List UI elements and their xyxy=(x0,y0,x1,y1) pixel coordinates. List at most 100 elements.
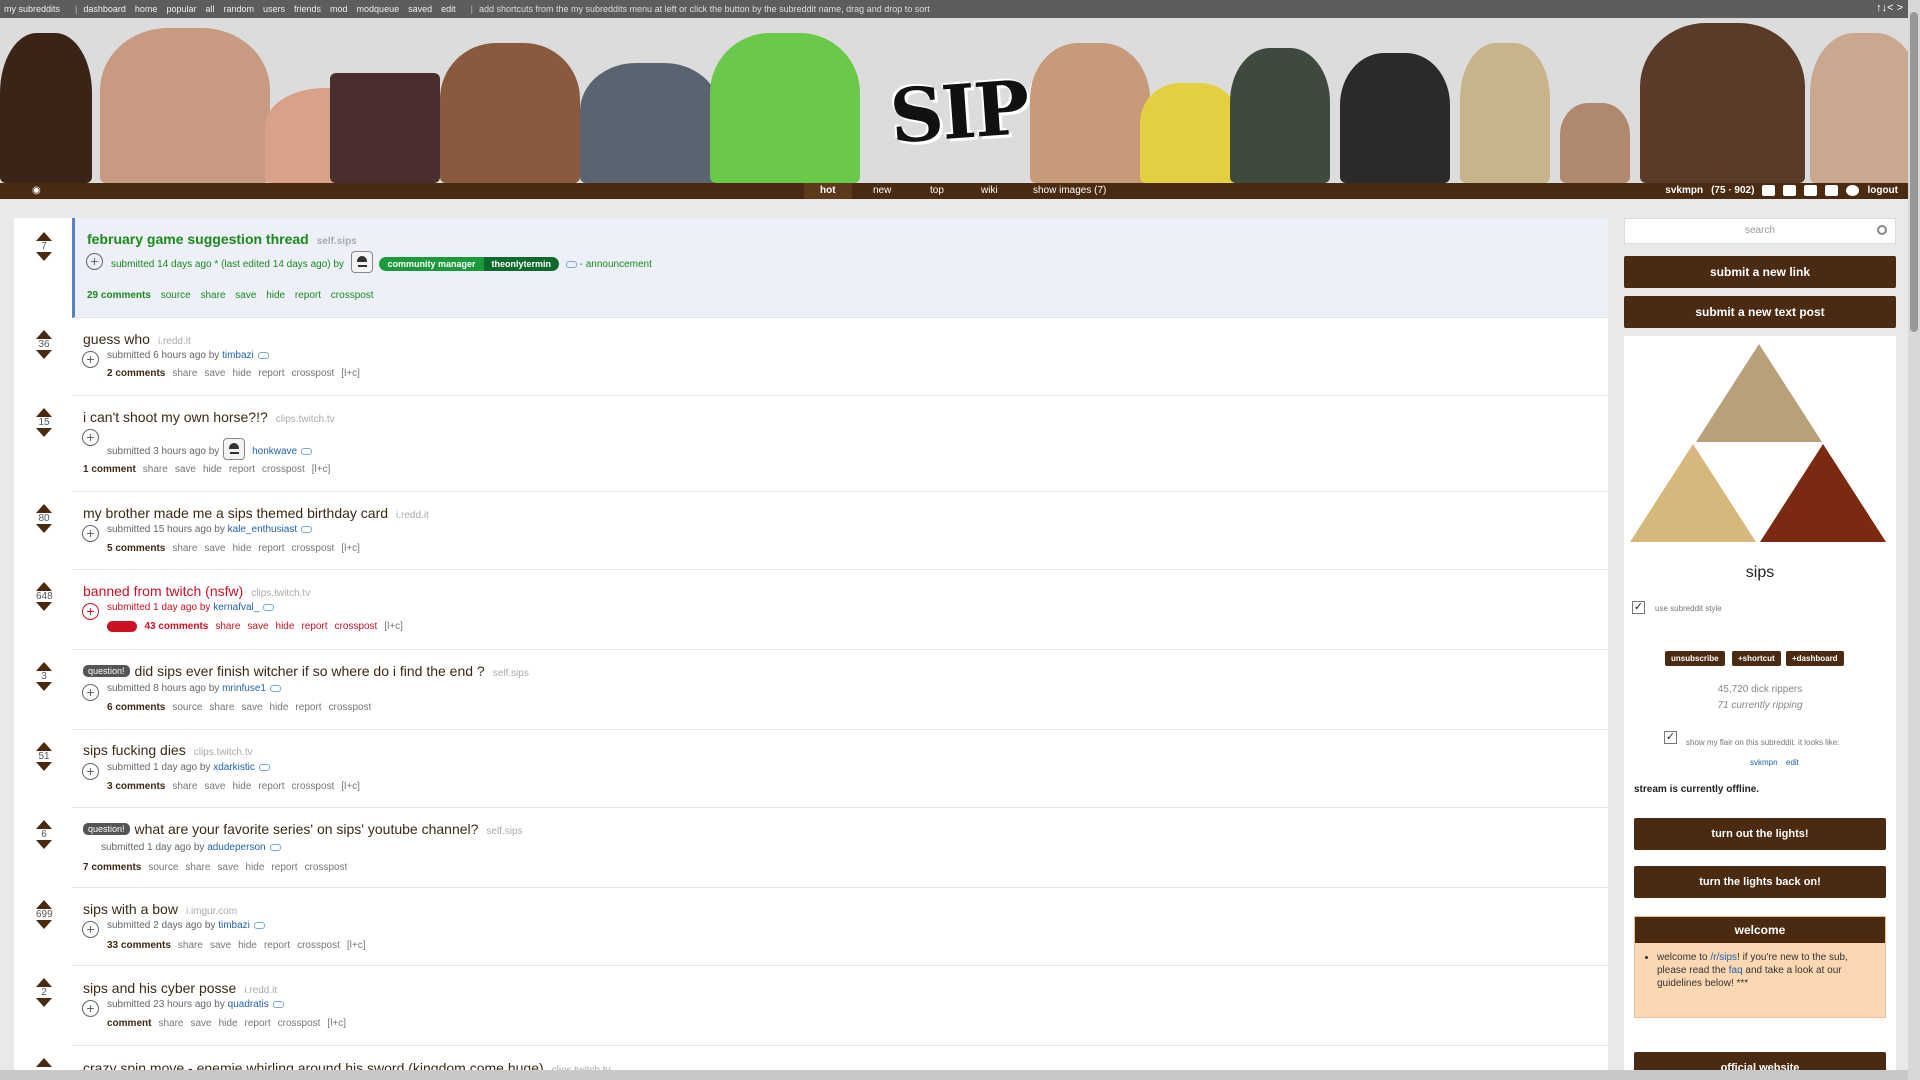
tag-icon[interactable] xyxy=(301,448,313,455)
domain[interactable]: self.sips xyxy=(486,826,522,837)
crosspost-button[interactable]: crosspost xyxy=(329,702,372,713)
vertical-scrollbar[interactable] xyxy=(1908,0,1920,1080)
save-button[interactable]: save xyxy=(217,862,238,873)
expando-plus-icon[interactable]: + xyxy=(82,603,99,620)
comments-link[interactable]: 7 comments xyxy=(83,862,141,873)
username-link[interactable]: svkmpn xyxy=(1665,185,1703,196)
domain[interactable]: i.redd.it xyxy=(396,510,429,521)
link-mod[interactable]: mod xyxy=(330,4,348,14)
dashboard-button[interactable]: +dashboard xyxy=(1786,651,1844,666)
link-random[interactable]: random xyxy=(223,4,254,14)
crosspost-button[interactable]: crosspost xyxy=(335,621,378,632)
shortcut-button[interactable]: +shortcut xyxy=(1732,651,1781,666)
crosspost-button[interactable]: crosspost xyxy=(292,781,335,792)
save-button[interactable]: save xyxy=(204,368,225,379)
upvote-arrow-icon[interactable] xyxy=(36,900,52,909)
crosspost-button[interactable]: crosspost xyxy=(292,543,335,554)
downvote-arrow-icon[interactable] xyxy=(36,252,52,261)
lights-on-button[interactable]: turn the lights back on! xyxy=(1634,866,1886,898)
settings-sliders-icon[interactable] xyxy=(1825,185,1839,196)
save-button[interactable]: save xyxy=(204,781,225,792)
expando-plus-icon[interactable]: + xyxy=(82,525,99,542)
post-title-link[interactable]: sips and his cyber posse xyxy=(83,980,236,996)
use-style-checkbox[interactable]: ✓ xyxy=(1632,601,1645,614)
search-icon[interactable] xyxy=(1877,225,1887,235)
link-friends[interactable]: friends xyxy=(294,4,321,14)
link-comments-button[interactable]: [l+c] xyxy=(341,781,360,792)
post-title-link[interactable]: sips fucking dies xyxy=(83,742,186,758)
source-button[interactable]: source xyxy=(148,862,178,873)
comments-link[interactable]: 5 comments xyxy=(107,543,165,554)
downvote-arrow-icon[interactable] xyxy=(36,762,52,771)
comments-link[interactable]: 33 comments xyxy=(107,940,171,951)
hide-button[interactable]: hide xyxy=(233,368,252,379)
report-button[interactable]: report xyxy=(295,702,321,713)
snoo-icon[interactable]: ◉ xyxy=(32,185,41,196)
tag-icon[interactable] xyxy=(253,922,265,929)
report-button[interactable]: report xyxy=(245,1018,271,1029)
link-users[interactable]: users xyxy=(263,4,285,14)
share-button[interactable]: share xyxy=(158,1018,183,1029)
save-button[interactable]: save xyxy=(190,1018,211,1029)
downvote-arrow-icon[interactable] xyxy=(36,428,52,437)
downvote-arrow-icon[interactable] xyxy=(36,840,52,849)
upvote-arrow-icon[interactable] xyxy=(36,662,52,671)
flair-user[interactable]: theonlytermin xyxy=(483,257,560,271)
tab-hot[interactable]: hot xyxy=(804,183,852,199)
hide-button[interactable]: hide xyxy=(276,621,295,632)
source-button[interactable]: source xyxy=(172,702,202,713)
downvote-arrow-icon[interactable] xyxy=(36,602,52,611)
post-title-link[interactable]: guess who xyxy=(83,331,150,347)
link-modqueue[interactable]: modqueue xyxy=(357,4,400,14)
tag-icon[interactable] xyxy=(565,261,577,268)
domain[interactable]: clips.twitch.tv xyxy=(251,588,310,599)
link-comments-button[interactable]: [l+c] xyxy=(312,464,331,475)
report-button[interactable]: report xyxy=(258,368,284,379)
upvote-arrow-icon[interactable] xyxy=(36,330,52,339)
hide-button[interactable]: hide xyxy=(233,543,252,554)
share-button[interactable]: share xyxy=(185,862,210,873)
tab-top[interactable]: top xyxy=(930,185,944,196)
post-title-link[interactable]: february game suggestion thread xyxy=(87,231,309,247)
save-button[interactable]: save xyxy=(204,543,225,554)
share-button[interactable]: share xyxy=(172,543,197,554)
report-button[interactable]: report xyxy=(264,940,290,951)
domain[interactable]: self.sips xyxy=(317,236,357,247)
hide-button[interactable]: hide xyxy=(203,464,222,475)
author-link[interactable]: kale_enthusiast xyxy=(228,524,298,535)
lights-out-button[interactable]: turn out the lights! xyxy=(1634,818,1886,850)
expando-plus-icon[interactable]: + xyxy=(82,684,99,701)
save-button[interactable]: save xyxy=(175,464,196,475)
downvote-arrow-icon[interactable] xyxy=(36,682,52,691)
domain[interactable]: i.imgur.com xyxy=(186,906,237,917)
tag-icon[interactable] xyxy=(263,604,275,611)
comments-link[interactable]: 6 comments xyxy=(107,702,165,713)
link-comments-button[interactable]: [l+c] xyxy=(347,940,366,951)
crosspost-button[interactable]: crosspost xyxy=(278,1018,321,1029)
comments-link[interactable]: 3 comments xyxy=(107,781,165,792)
share-button[interactable]: share xyxy=(172,781,197,792)
link-saved[interactable]: saved xyxy=(408,4,432,14)
crosspost-button[interactable]: crosspost xyxy=(305,862,348,873)
gear-icon[interactable] xyxy=(1846,185,1860,196)
post-title-link[interactable]: sips with a bow xyxy=(83,901,178,917)
author-link[interactable]: kernafval_ xyxy=(213,602,259,613)
author-link[interactable]: timbazi xyxy=(218,920,250,931)
upvote-arrow-icon[interactable] xyxy=(36,978,52,987)
submit-link-button[interactable]: submit a new link xyxy=(1624,256,1896,288)
report-button[interactable]: report xyxy=(258,781,284,792)
crosspost-button[interactable]: crosspost xyxy=(331,290,374,301)
link-edit[interactable]: edit xyxy=(441,4,456,14)
upvote-arrow-icon[interactable] xyxy=(36,582,52,591)
domain[interactable]: self.sips xyxy=(493,668,529,679)
domain[interactable]: i.redd.it xyxy=(158,336,191,347)
flair-edit-link[interactable]: edit xyxy=(1786,758,1799,767)
tag-icon[interactable] xyxy=(257,352,269,359)
subreddit-banner[interactable]: SIPS xyxy=(0,18,1920,183)
save-button[interactable]: save xyxy=(241,702,262,713)
tag-icon[interactable] xyxy=(258,764,270,771)
subreddit-link[interactable]: /r/sips xyxy=(1710,952,1737,963)
tab-new[interactable]: new xyxy=(873,185,891,196)
comments-link[interactable]: 29 comments xyxy=(87,290,151,301)
logout-link[interactable]: logout xyxy=(1867,185,1898,196)
